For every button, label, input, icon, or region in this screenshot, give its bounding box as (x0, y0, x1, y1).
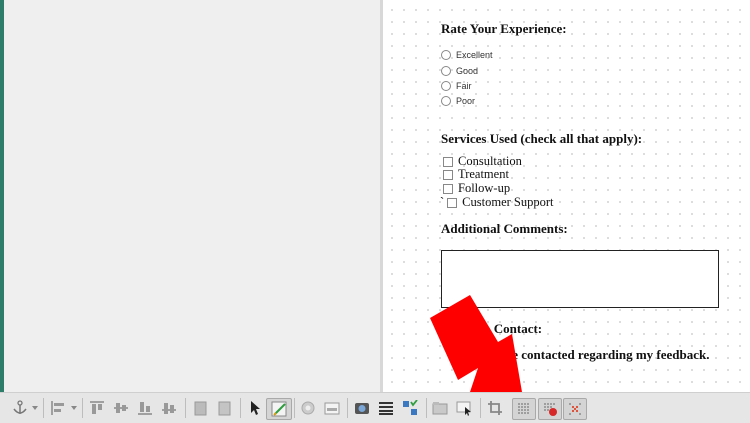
helplines-icon[interactable] (563, 398, 587, 420)
anchor-icon[interactable] (10, 399, 30, 417)
form-navigator-icon[interactable] (400, 399, 420, 417)
align-center-icon[interactable] (111, 399, 131, 417)
send-back-icon[interactable] (214, 399, 234, 417)
align-top-icon[interactable] (87, 399, 107, 417)
grid-dots (518, 403, 529, 414)
tab-order-icon[interactable] (376, 399, 396, 417)
toolbar-separator (426, 398, 427, 418)
crop-icon[interactable] (485, 399, 505, 417)
toolbar-separator (294, 398, 295, 418)
select-pointer-icon[interactable] (245, 399, 265, 417)
snap-to-grid-icon[interactable] (538, 398, 562, 420)
toolbar-separator (240, 398, 241, 418)
image-control-icon[interactable] (352, 399, 372, 417)
arrow-shape (430, 295, 522, 392)
form-design-icon[interactable] (322, 399, 342, 417)
toolbar-separator (82, 398, 83, 418)
align-icon[interactable] (48, 399, 68, 417)
toggle-grid-icon[interactable] (512, 398, 536, 420)
toolbar-separator (185, 398, 186, 418)
toolbar-separator (480, 398, 481, 418)
toolbar-separator (347, 398, 348, 418)
align-baseline-icon[interactable] (159, 399, 179, 417)
toolbar-separator (43, 398, 44, 418)
open-form-icon[interactable] (430, 399, 450, 417)
bring-front-icon[interactable] (190, 399, 210, 417)
annotation-arrow (430, 295, 522, 392)
form-design-toolbar (0, 392, 750, 423)
chevron-down-icon[interactable] (31, 399, 39, 417)
focus-icon[interactable] (454, 399, 474, 417)
edit-form-icon[interactable] (266, 398, 292, 420)
chevron-down-icon[interactable] (70, 399, 78, 417)
align-bottom-icon[interactable] (135, 399, 155, 417)
form-control-wizard-icon[interactable] (298, 399, 318, 417)
